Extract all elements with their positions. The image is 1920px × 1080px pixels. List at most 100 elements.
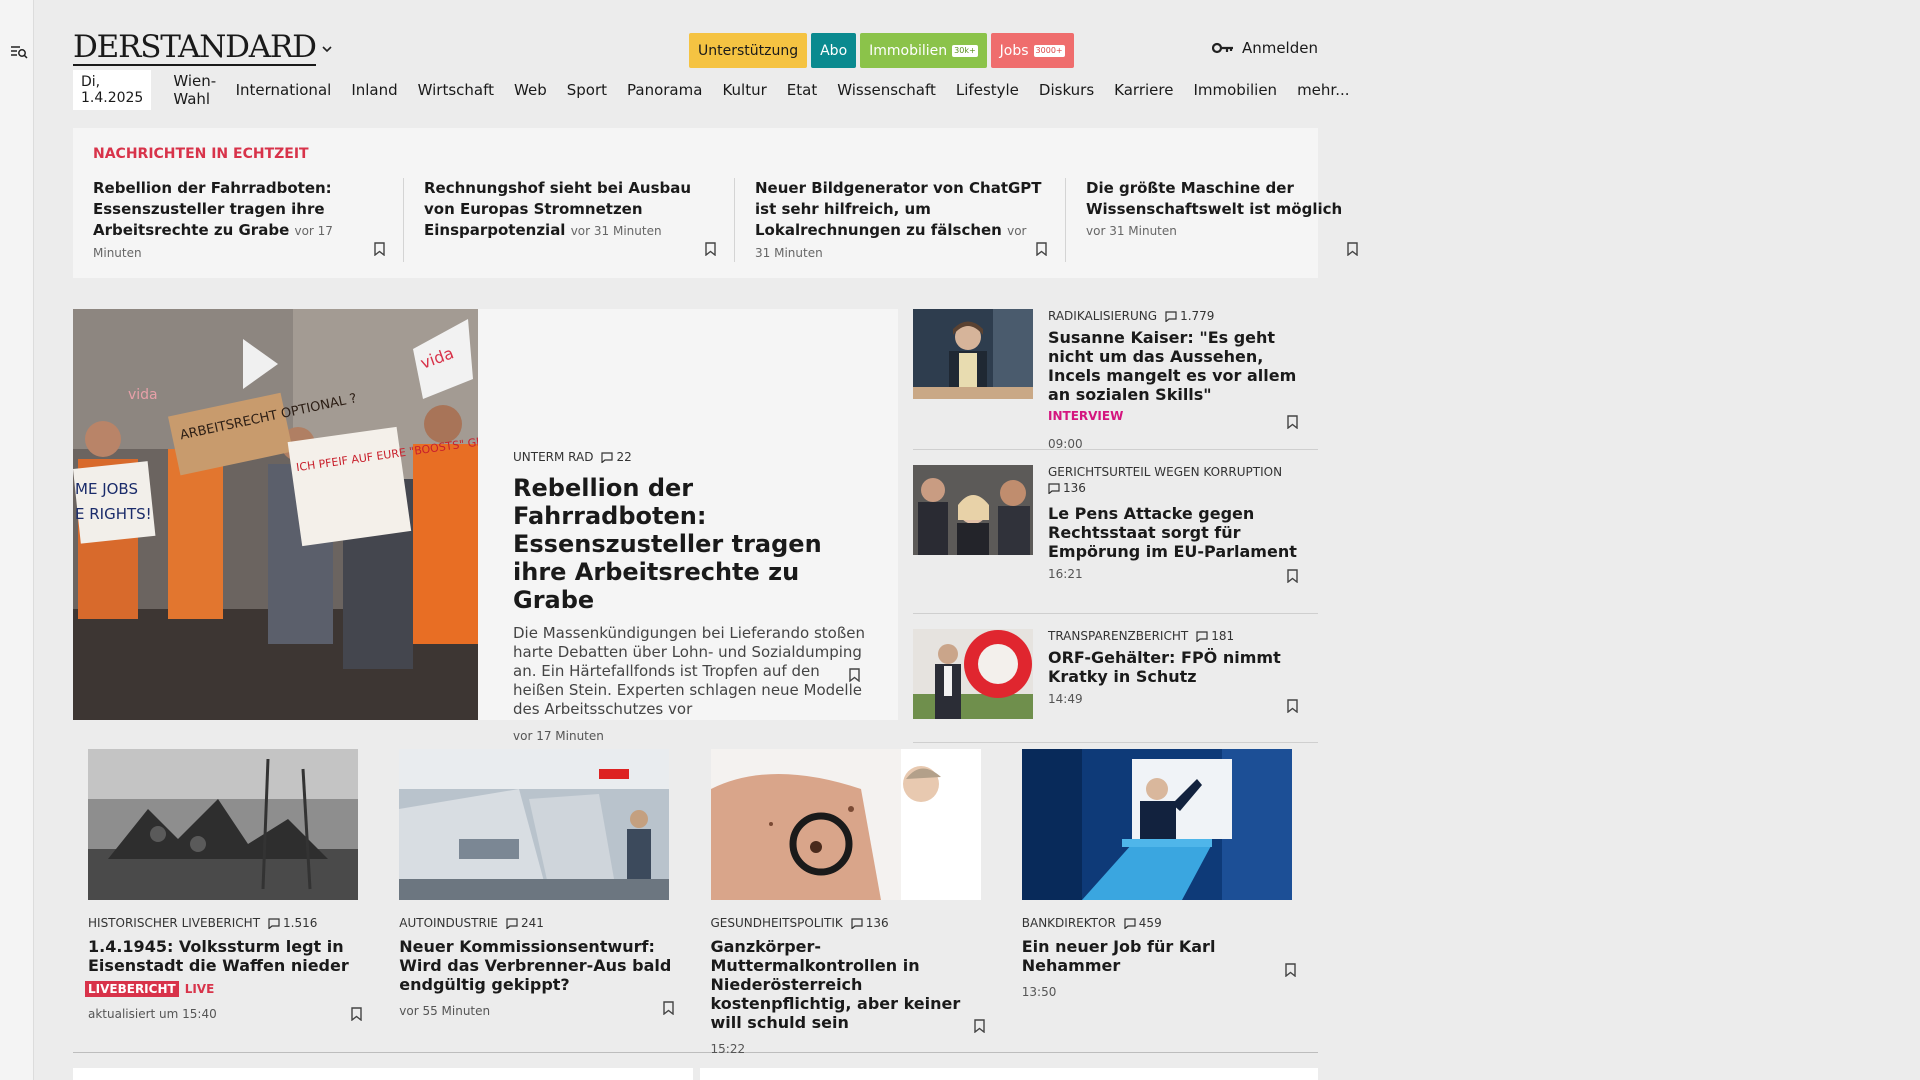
nav-item-immobilien[interactable]: Immobilien <box>1193 81 1277 99</box>
bookmark-icon[interactable] <box>1287 415 1298 429</box>
side-image[interactable] <box>913 629 1033 719</box>
nav-item-mehr[interactable]: mehr... <box>1297 81 1349 99</box>
nav-item-international[interactable]: International <box>236 81 332 99</box>
nav-item-wissenschaft[interactable]: Wissenschaft <box>837 81 936 99</box>
card-title[interactable]: Neuer Kommissionsentwurf: Wird das Verbr… <box>399 937 680 994</box>
side-time: 14:49 <box>1048 692 1083 706</box>
card-title[interactable]: Ganzkörper-Muttermalkontrollen in Nieder… <box>711 937 992 1032</box>
card-image[interactable] <box>399 749 670 900</box>
side-comments[interactable]: 1.779 <box>1165 309 1214 323</box>
comment-icon <box>1165 311 1177 322</box>
bookmark-icon[interactable] <box>374 242 385 256</box>
nav-item-lifestyle[interactable]: Lifestyle <box>956 81 1019 99</box>
side-story[interactable]: RADIKALISIERUNG 1.779 Susanne Kaiser: "Es… <box>913 309 1318 451</box>
card-image[interactable] <box>1021 749 1292 900</box>
site-logo[interactable]: DERSTANDARD <box>73 30 317 66</box>
side-comments[interactable]: 181 <box>1196 629 1234 643</box>
menu-search-icon[interactable] <box>10 44 28 60</box>
story-card[interactable]: GESUNDHEITSPOLITIK 136 Ganzkörper-Mutterm… <box>695 749 1007 1056</box>
card-section: AUTOINDUSTRIE <box>399 916 498 930</box>
nav-item-karriere[interactable]: Karriere <box>1114 81 1173 99</box>
bookmark-icon[interactable] <box>974 1019 985 1033</box>
card-time: 15:22 <box>710 1042 746 1056</box>
nav-item-sport[interactable]: Sport <box>567 81 607 99</box>
side-story[interactable]: TRANSPARENZBERICHT 181 ORF-Gehälter: FPÖ … <box>913 629 1318 743</box>
header: DERSTANDARD Unterstützung Abo Immobilien… <box>73 28 1318 68</box>
side-image[interactable] <box>913 465 1033 555</box>
nav-item-kultur[interactable]: Kultur <box>722 81 766 99</box>
immobilien-button[interactable]: Immobilien 30k+ <box>860 33 987 68</box>
jobs-button[interactable]: Jobs 3000+ <box>990 33 1074 68</box>
lead-sign-jobs: ME JOBS <box>75 480 138 498</box>
nav-item-wien-wahl[interactable]: Wien-Wahl <box>173 72 216 108</box>
lead-title[interactable]: Rebellion der Fahrradboten: Essenszustel… <box>513 474 873 614</box>
lead-section: UNTERM RAD <box>513 450 594 464</box>
card-title[interactable]: Ein neuer Job für Karl Nehammer <box>1022 937 1303 975</box>
bookmark-icon[interactable] <box>1287 699 1298 713</box>
side-section: RADIKALISIERUNG <box>1048 309 1158 323</box>
card-title[interactable]: 1.4.1945: Volkssturm legt in Eisenstadt … <box>88 937 369 975</box>
header-pills: Unterstützung Abo Immobilien 30k+ Jobs 300… <box>689 33 1074 68</box>
card-time: aktualisiert um 15:40 <box>88 1007 217 1021</box>
ticker-time: vor 31 Minuten <box>570 224 662 238</box>
nav-item-panorama[interactable]: Panorama <box>627 81 702 99</box>
bookmark-icon[interactable] <box>1036 242 1047 256</box>
card-image[interactable] <box>710 749 981 900</box>
nav-item-inland[interactable]: Inland <box>351 81 397 99</box>
nav-item-diskurs[interactable]: Diskurs <box>1039 81 1094 99</box>
card-comments[interactable]: 136 <box>851 916 889 930</box>
card-section: GESUNDHEITSPOLITIK <box>710 916 843 930</box>
story-card[interactable]: BANKDIREKTOR 459 Ein neuer Job für Karl N… <box>1006 749 1318 1053</box>
side-stories: RADIKALISIERUNG 1.779 Susanne Kaiser: "Es… <box>913 309 1318 743</box>
side-story[interactable]: GERICHTSURTEIL WEGEN KORRUPTION 136 Le Pe… <box>913 465 1318 614</box>
bookmark-icon[interactable] <box>663 1001 674 1015</box>
side-time: 16:21 <box>1048 567 1083 581</box>
card-section: BANKDIREKTOR <box>1021 916 1116 930</box>
card-comment-count: 459 <box>1138 916 1162 930</box>
story-row: HISTORISCHER LIVEBERICHT 1.516 1.4.1945: … <box>73 749 1318 1056</box>
bookmark-icon[interactable] <box>351 1007 362 1021</box>
jobs-label: Jobs <box>999 42 1029 59</box>
ticker-item[interactable]: Die größte Maschine der Wissenschaftswel… <box>1086 178 1376 262</box>
ticker-headline: Die größte Maschine der Wissenschaftswel… <box>1086 179 1343 218</box>
interview-tag: INTERVIEW <box>1048 409 1124 423</box>
ticker-item[interactable]: Neuer Bildgenerator von ChatGPT ist sehr… <box>755 178 1066 262</box>
bookmark-icon[interactable] <box>705 242 716 256</box>
lead-sign-rights: E RIGHTS! <box>75 505 152 523</box>
bookmark-icon[interactable] <box>1347 242 1358 256</box>
ticker-item[interactable]: Rebellion der Fahrradboten: Essenszustel… <box>93 178 404 262</box>
side-title[interactable]: Susanne Kaiser: "Es geht nicht um das Au… <box>1048 328 1318 404</box>
side-title[interactable]: ORF-Gehälter: FPÖ nimmt Kratky in Schutz <box>1048 648 1318 686</box>
side-kicker: TRANSPARENZBERICHT 181 <box>1048 629 1318 643</box>
lead-story[interactable]: vida vida ARBEITSRECHT OPTIONAL ? ICH PF… <box>73 309 898 743</box>
login-button[interactable]: Anmelden <box>1211 39 1318 57</box>
card-comments[interactable]: 1.516 <box>268 916 317 930</box>
comment-icon <box>601 452 613 463</box>
side-title[interactable]: Le Pens Attacke gegen Rechtsstaat sorgt … <box>1048 504 1318 561</box>
card-comments[interactable]: 241 <box>506 916 544 930</box>
card-kicker: BANKDIREKTOR 459 <box>1022 916 1303 930</box>
card-comments[interactable]: 459 <box>1124 916 1162 930</box>
support-button[interactable]: Unterstützung <box>689 33 808 68</box>
card-kicker: AUTOINDUSTRIE 241 <box>399 916 680 930</box>
nav-item-web[interactable]: Web <box>514 81 547 99</box>
bookmark-icon[interactable] <box>849 668 860 682</box>
nav-item-etat[interactable]: Etat <box>787 81 817 99</box>
card-section: HISTORISCHER LIVEBERICHT <box>88 916 261 930</box>
story-card[interactable]: HISTORISCHER LIVEBERICHT 1.516 1.4.1945: … <box>73 749 385 1053</box>
side-image[interactable] <box>913 309 1033 399</box>
story-card[interactable]: AUTOINDUSTRIE 241 Neuer Kommissionsentwur… <box>384 749 696 1053</box>
side-comments[interactable]: 136 <box>1048 481 1086 495</box>
card-image[interactable] <box>88 749 358 900</box>
abo-button[interactable]: Abo <box>811 33 857 68</box>
ticker-item[interactable]: Rechnungshof sieht bei Ausbau von Europa… <box>424 178 735 262</box>
next-section-preview <box>73 1068 1318 1080</box>
lead-comments[interactable]: 22 <box>601 450 632 464</box>
lead-image[interactable]: vida vida ARBEITSRECHT OPTIONAL ? ICH PF… <box>73 309 478 720</box>
ticker-title: NACHRICHTEN IN ECHTZEIT <box>93 146 309 162</box>
card-comment-count: 136 <box>865 916 889 930</box>
bookmark-icon[interactable] <box>1287 569 1298 583</box>
bookmark-icon[interactable] <box>1285 963 1296 977</box>
nav-item-wirtschaft[interactable]: Wirtschaft <box>418 81 494 99</box>
chevron-down-icon[interactable] <box>320 42 334 56</box>
